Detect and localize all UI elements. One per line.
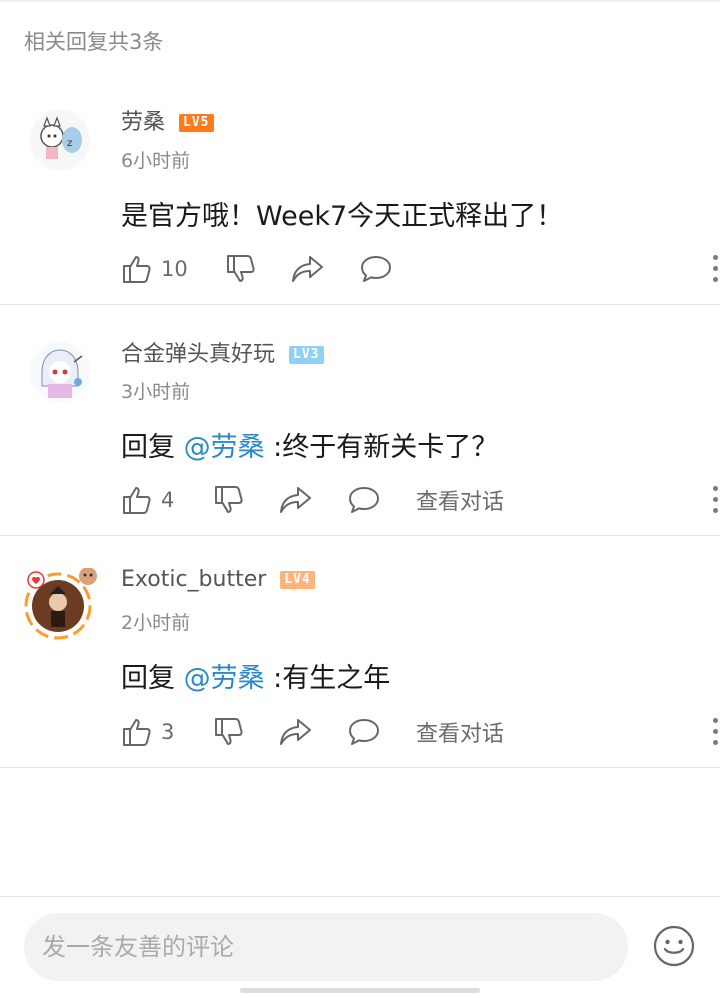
avatar[interactable] — [22, 567, 102, 648]
reply-count-label: 相关回复共3条 — [24, 30, 164, 54]
more-vertical-icon — [713, 718, 718, 746]
avatar-image: z — [30, 110, 90, 170]
comment-time: 6小时前 — [121, 150, 191, 172]
like-button[interactable]: 4 — [121, 482, 174, 518]
comment-time: 2小时前 — [121, 612, 191, 634]
reply-button[interactable] — [347, 482, 381, 518]
top-border — [0, 0, 720, 2]
comment-actions: 4 查看对话 — [121, 482, 718, 518]
level-badge: LV5 — [179, 114, 214, 132]
avatar[interactable] — [30, 342, 94, 406]
thumbs-down-icon — [213, 484, 245, 516]
comment-text: :有生之年 — [264, 663, 391, 694]
reply-button[interactable] — [359, 251, 393, 287]
thumbs-down-icon — [225, 253, 257, 285]
thumbs-down-icon — [213, 716, 245, 748]
comment-actions: 10 — [121, 251, 718, 287]
more-options-button[interactable] — [713, 718, 719, 746]
view-conversation-label: 查看对话 — [416, 490, 505, 515]
emoji-button[interactable] — [652, 924, 696, 968]
like-button[interactable]: 10 — [121, 251, 188, 287]
reply-prefix: 回复 — [121, 432, 184, 463]
share-icon — [279, 717, 313, 747]
like-count: 3 — [161, 720, 175, 744]
view-conversation-label: 查看对话 — [416, 722, 505, 747]
avatar-frame — [24, 567, 97, 640]
level-badge: LV3 — [289, 346, 324, 364]
comment-content[interactable]: 回复 @劳桑 :有生之年 — [121, 656, 390, 695]
emoji-smile-icon — [652, 925, 696, 972]
thumbs-up-icon — [121, 253, 153, 285]
divider — [0, 767, 720, 768]
comment-username[interactable]: 合金弹头真好玩 LV3 — [121, 336, 324, 368]
dislike-button[interactable] — [225, 251, 257, 287]
username-text[interactable]: 劳桑 — [121, 110, 165, 135]
divider — [0, 535, 720, 536]
thumbs-up-icon — [121, 484, 153, 516]
thumbs-up-icon — [121, 716, 153, 748]
comment-bubble-icon — [347, 485, 381, 515]
share-icon — [291, 254, 325, 284]
username-text[interactable]: Exotic_butter — [121, 567, 266, 592]
username-text[interactable]: 合金弹头真好玩 — [121, 342, 275, 367]
level-badge: LV4 — [280, 571, 315, 589]
home-indicator — [240, 988, 480, 993]
share-button[interactable] — [279, 714, 313, 750]
comment-content[interactable]: 回复 @劳桑 :终于有新关卡了？ — [121, 425, 498, 464]
comment-username[interactable]: Exotic_butter LV4 — [121, 567, 315, 592]
share-icon — [279, 485, 313, 515]
reply-prefix: 回复 — [121, 663, 184, 694]
comment-time: 3小时前 — [121, 381, 191, 403]
comment-username[interactable]: 劳桑 LV5 — [121, 104, 214, 136]
comment-input-placeholder: 发一条友善的评论 — [42, 933, 234, 961]
comment-bubble-icon — [347, 717, 381, 747]
comment-text: :终于有新关卡了？ — [264, 432, 499, 463]
svg-text:z: z — [67, 138, 72, 149]
avatar-image — [30, 342, 90, 402]
comment-actions: 3 查看对话 — [121, 714, 718, 750]
share-button[interactable] — [279, 482, 313, 518]
mention-link[interactable]: @劳桑 — [184, 663, 265, 694]
view-conversation-link[interactable]: 查看对话 — [416, 714, 504, 750]
dislike-button[interactable] — [213, 714, 245, 750]
comment-composer-bar: 发一条友善的评论 — [0, 896, 720, 998]
mention-link[interactable]: @劳桑 — [184, 432, 265, 463]
more-options-button[interactable] — [713, 486, 719, 514]
view-conversation-link[interactable]: 查看对话 — [416, 482, 504, 518]
more-vertical-icon — [713, 486, 718, 514]
like-count: 10 — [161, 257, 188, 281]
comment-bubble-icon — [359, 254, 393, 284]
more-options-button[interactable] — [713, 255, 719, 283]
more-vertical-icon — [713, 255, 718, 283]
reply-button[interactable] — [347, 714, 381, 750]
comment-content[interactable]: 是官方哦！Week7今天正式释出了！ — [121, 194, 563, 233]
share-button[interactable] — [291, 251, 325, 287]
comment-text: 是官方哦！Week7今天正式释出了！ — [121, 201, 564, 232]
avatar[interactable]: z — [30, 110, 94, 174]
like-count: 4 — [161, 488, 175, 512]
divider — [0, 304, 720, 305]
comment-input[interactable]: 发一条友善的评论 — [24, 913, 628, 981]
dislike-button[interactable] — [213, 482, 245, 518]
like-button[interactable]: 3 — [121, 714, 174, 750]
